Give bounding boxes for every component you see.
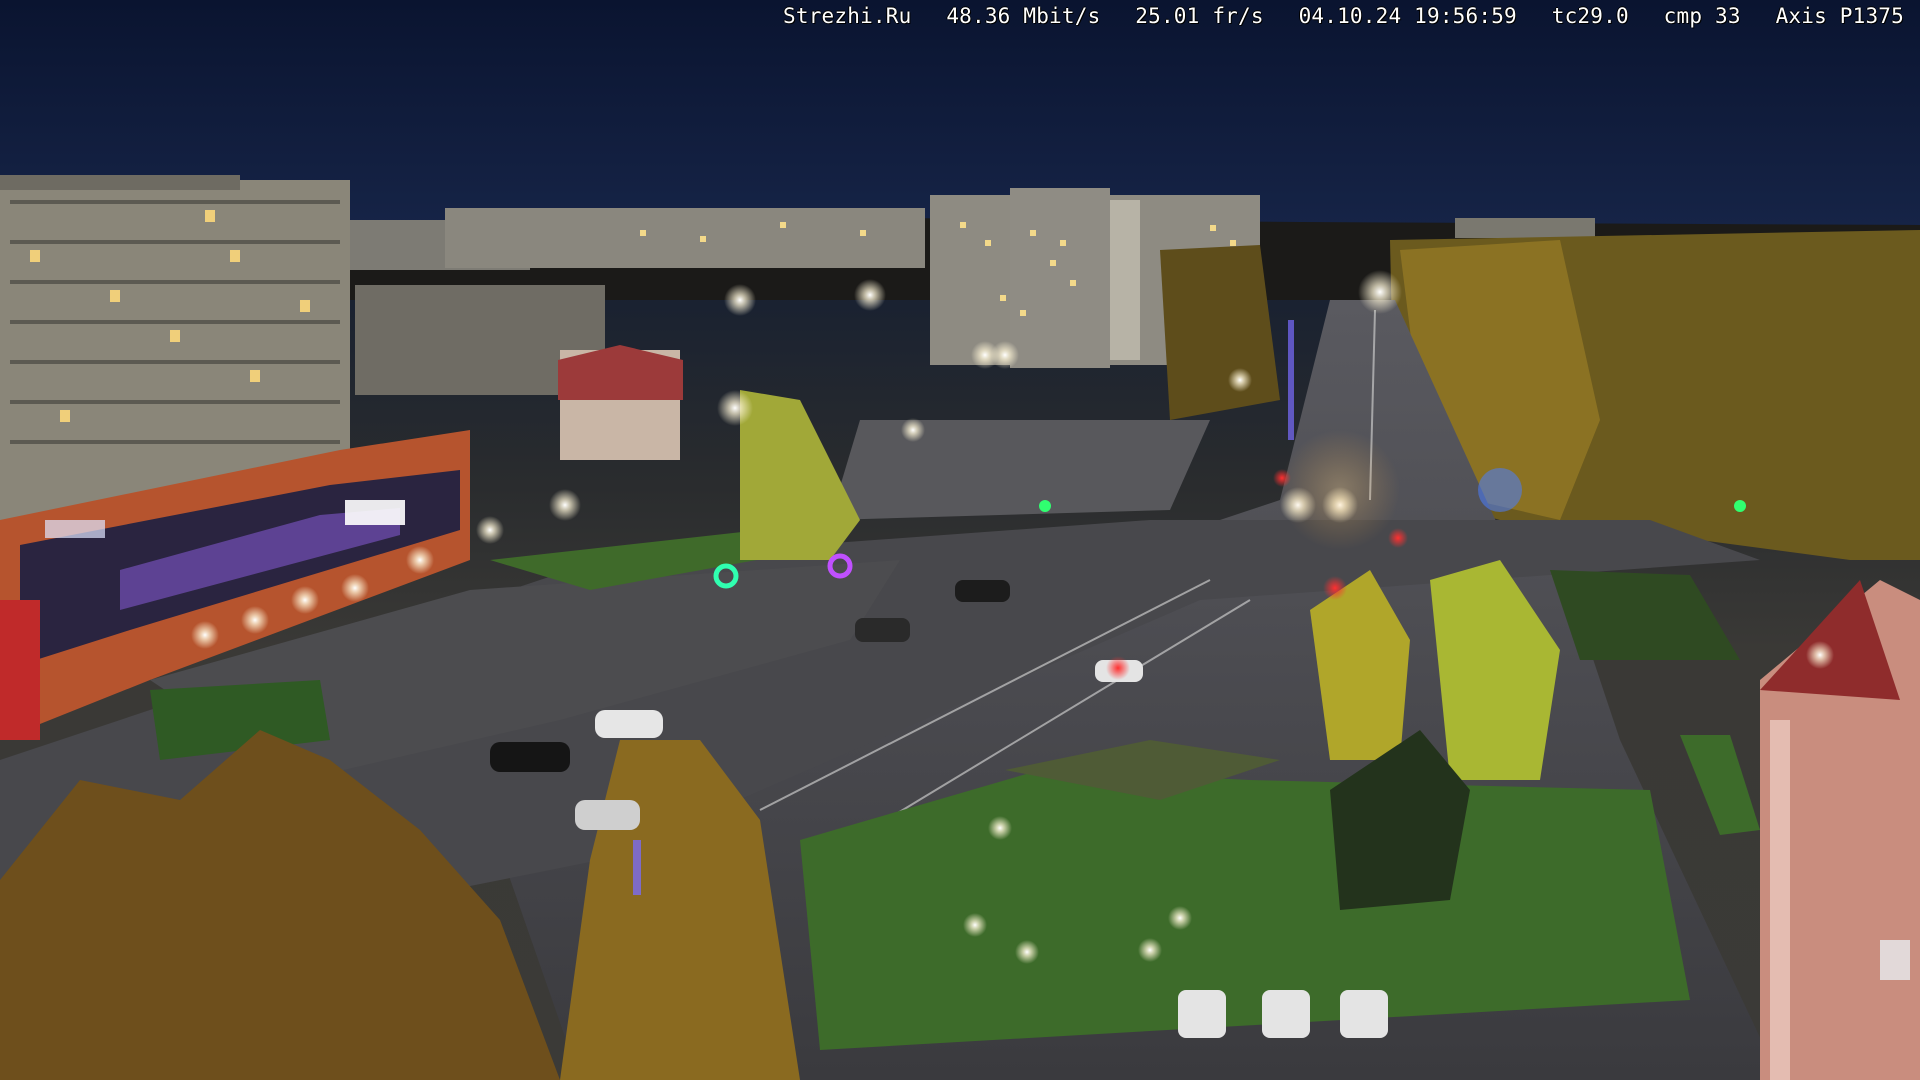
overlay-framerate: 25.01 fr/s xyxy=(1135,4,1264,28)
overlay-site: Strezhi.Ru xyxy=(783,4,912,28)
plaza xyxy=(830,420,1210,520)
overlay-cmp: cmp 33 xyxy=(1663,4,1741,28)
overlay-bitrate: 48.36 Mbit/s xyxy=(946,4,1101,28)
camera-overlay-text: Strezhi.Ru 48.36 Mbit/s 25.01 fr/s 04.10… xyxy=(783,4,1904,28)
overlay-tc: tc29.0 xyxy=(1551,4,1629,28)
camera-frame: Strezhi.Ru 48.36 Mbit/s 25.01 fr/s 04.10… xyxy=(0,0,1920,1080)
overlay-datetime: 04.10.24 19:56:59 xyxy=(1298,4,1517,28)
overlay-camera-model: Axis P1375 xyxy=(1775,4,1904,28)
street-scene xyxy=(0,0,1920,1080)
right-red-building xyxy=(1760,580,1920,1080)
